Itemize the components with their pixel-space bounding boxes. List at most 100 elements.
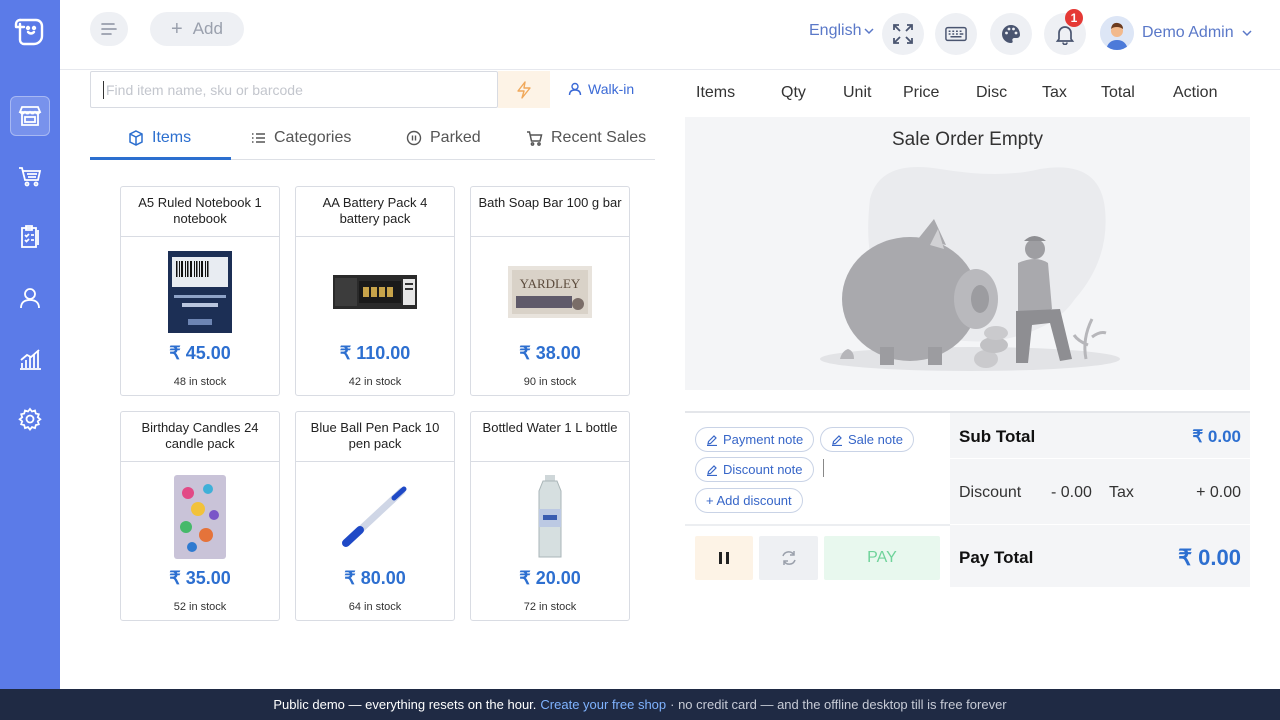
palette-icon	[1002, 25, 1020, 43]
app-logo-icon[interactable]	[10, 12, 50, 52]
lightning-icon	[517, 80, 531, 99]
pay-total-label: Pay Total	[959, 548, 1034, 567]
text-caret	[103, 80, 104, 99]
cart-column-header: Tax	[1042, 84, 1067, 101]
product-card[interactable]: Bottled Water 1 L bottle ₹ 20.00 72 in s…	[470, 411, 630, 621]
cart-column-header: Items	[696, 84, 736, 101]
product-card[interactable]: A5 Ruled Notebook 1 notebook ₹ 45.00 48 …	[120, 186, 280, 396]
banner-subtext: · no credit card — and the offline deskt…	[670, 697, 1007, 712]
fullscreen-button[interactable]	[882, 13, 924, 55]
tab-items[interactable]: Items	[128, 116, 191, 160]
fullscreen-icon	[893, 24, 913, 44]
item-tabs: Items Categories Parked Recent Sales	[90, 116, 655, 160]
product-image	[471, 472, 629, 562]
product-price: ₹ 45.00	[169, 343, 231, 363]
sidebar-item-orders[interactable]	[10, 217, 50, 257]
theme-button[interactable]	[990, 13, 1032, 55]
customer-label: Walk-in	[588, 81, 635, 97]
active-tab-indicator	[90, 157, 231, 160]
cart-column-header: Unit	[843, 84, 872, 101]
sidebar	[0, 0, 60, 689]
order-notes-area: Payment note Sale note Discount note + A…	[685, 411, 950, 524]
header: + Add English 1 Demo Admin	[60, 0, 1280, 70]
tax-label: Tax	[1109, 484, 1134, 501]
keyboard-shortcuts-button[interactable]	[935, 13, 977, 55]
empty-cart-panel: Sale Order Empty	[685, 117, 1250, 390]
product-card[interactable]: Blue Ball Pen Pack 10 pen pack ₹ 80.00 6…	[295, 411, 455, 621]
pay-button[interactable]: PAY	[824, 536, 940, 580]
product-stock: 48 in stock	[173, 376, 227, 388]
tax-value: + 0.00	[1196, 484, 1241, 501]
menu-toggle-button[interactable]	[90, 12, 128, 46]
totals-panel: Sub Total ₹ 0.00 Discount - 0.00 Tax + 0…	[950, 411, 1250, 587]
user-icon	[568, 82, 582, 96]
empty-piggy-illustration	[820, 167, 1120, 371]
product-image	[121, 472, 279, 562]
sidebar-item-reports[interactable]	[10, 339, 50, 379]
create-shop-link[interactable]: Create your free shop	[540, 697, 666, 712]
product-name: AA Battery Pack 4 battery pack	[296, 187, 454, 237]
reset-sale-button[interactable]	[759, 536, 818, 580]
banner-text: Public demo — everything resets on the h…	[273, 697, 537, 712]
pay-total-value: ₹ 0.00	[1178, 545, 1241, 570]
tab-label: Recent Sales	[551, 129, 647, 146]
store-icon	[18, 106, 42, 126]
language-selector[interactable]: English	[809, 22, 875, 40]
product-price: ₹ 80.00	[344, 568, 406, 588]
product-stock: 90 in stock	[523, 376, 577, 388]
quick-add-button[interactable]	[498, 71, 550, 108]
sidebar-item-sales[interactable]	[10, 156, 50, 196]
cart-column-header: Qty	[781, 84, 806, 101]
sale-note-button[interactable]: Sale note	[820, 427, 914, 452]
product-name: Bath Soap Bar 100 g bar	[471, 187, 629, 237]
checkout-actions: PAY	[685, 524, 950, 587]
avatar	[1100, 16, 1134, 50]
subtotal-label: Sub Total	[959, 427, 1036, 446]
tab-label: Categories	[274, 129, 352, 146]
chip-label: Sale note	[848, 432, 903, 447]
pause-icon	[719, 552, 729, 564]
divider	[950, 524, 1250, 525]
cube-icon	[129, 130, 143, 146]
pencil-icon	[707, 464, 717, 476]
product-name: Blue Ball Pen Pack 10 pen pack	[296, 412, 454, 462]
product-card[interactable]: AA Battery Pack 4 battery pack ₹ 110.00 …	[295, 186, 455, 396]
gear-icon	[18, 407, 42, 432]
search-input[interactable]: Find item name, sku or barcode	[90, 71, 498, 108]
sidebar-item-customers[interactable]	[10, 278, 50, 318]
add-button[interactable]: + Add	[150, 12, 244, 46]
basket-icon	[19, 167, 42, 187]
demo-banner: Public demo — everything resets on the h…	[0, 689, 1280, 720]
park-sale-button[interactable]	[695, 536, 753, 580]
product-price: ₹ 110.00	[339, 343, 411, 363]
discount-note-button[interactable]: Discount note	[695, 457, 814, 482]
notifications-button[interactable]: 1	[1044, 9, 1086, 55]
product-card[interactable]: Birthday Candles 24 candle pack ₹ 35.00 …	[120, 411, 280, 621]
bar-chart-icon	[20, 349, 41, 370]
tab-parked[interactable]: Parked	[406, 116, 481, 160]
sidebar-item-pos[interactable]	[10, 96, 50, 136]
pause-circle-icon	[406, 130, 422, 146]
product-stock: 42 in stock	[348, 376, 402, 388]
subtotal-row: Sub Total ₹ 0.00	[950, 413, 1250, 459]
notification-badge: 1	[1065, 9, 1083, 27]
tab-recent-sales[interactable]: Recent Sales	[526, 116, 646, 160]
cart-column-header: Total	[1101, 84, 1135, 101]
product-card[interactable]: Bath Soap Bar 100 g bar YARDLEY ₹ 38.00 …	[470, 186, 630, 396]
customer-selector[interactable]: Walk-in	[568, 81, 634, 97]
tab-categories[interactable]: Categories	[251, 116, 351, 160]
user-menu[interactable]: Demo Admin	[1100, 16, 1252, 50]
text-caret	[823, 459, 824, 477]
product-stock: 64 in stock	[348, 601, 402, 613]
product-price: ₹ 35.00	[169, 568, 231, 588]
product-image	[121, 247, 279, 337]
product-price: ₹ 38.00	[519, 343, 581, 363]
chevron-down-icon	[1242, 30, 1252, 37]
keyboard-icon	[945, 26, 967, 42]
clipboard-icon	[21, 225, 39, 248]
payment-note-button[interactable]: Payment note	[695, 427, 815, 452]
sidebar-item-settings[interactable]	[10, 399, 50, 439]
svg-text:YARDLEY: YARDLEY	[520, 276, 581, 291]
chip-label: + Add discount	[706, 493, 792, 508]
add-discount-button[interactable]: + Add discount	[695, 488, 803, 513]
